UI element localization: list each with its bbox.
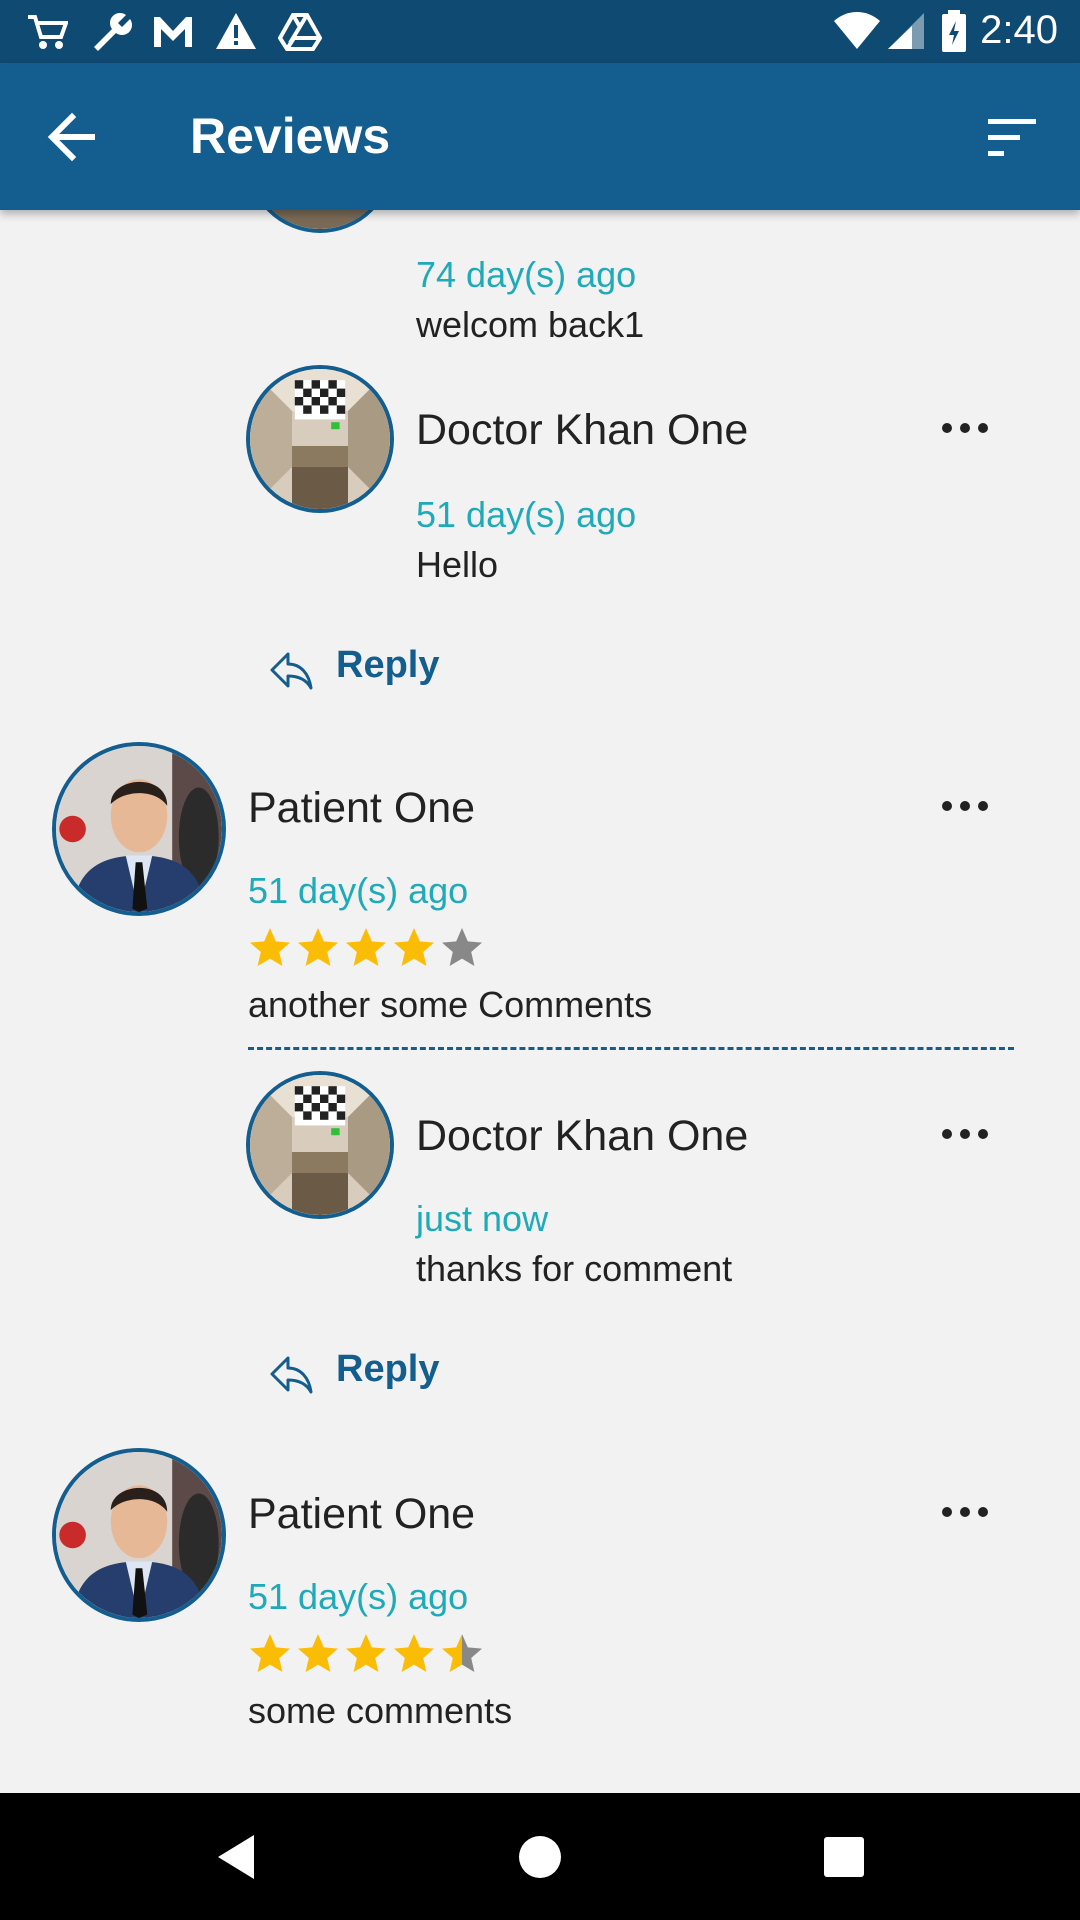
- review-comment: another some Comments: [248, 984, 653, 1025]
- reply-author-name: Doctor Khan One: [416, 1112, 749, 1160]
- star-filled-icon: [394, 928, 434, 966]
- divider: [248, 1047, 1014, 1050]
- drive-icon: [278, 13, 322, 51]
- star-filled-icon: [394, 1634, 434, 1672]
- reply-comment: Hello: [416, 544, 499, 585]
- battery-icon: [942, 10, 966, 52]
- reply-time: 74 day(s) ago: [416, 254, 637, 295]
- more-options-icon[interactable]: [942, 1124, 990, 1144]
- cart-icon: [28, 15, 68, 49]
- reply-button[interactable]: Reply: [268, 642, 468, 698]
- more-options-icon[interactable]: [942, 796, 990, 816]
- doctor-avatar[interactable]: [246, 365, 394, 513]
- reviews-list[interactable]: 74 day(s) ago welcom back1 Doctor Khan O…: [0, 210, 1080, 1793]
- review-time: 51 day(s) ago: [248, 1576, 469, 1617]
- reply-time: just now: [416, 1198, 549, 1239]
- doctor-avatar[interactable]: [246, 210, 394, 233]
- nav-recents-icon[interactable]: [816, 1829, 872, 1885]
- page-title: Reviews: [190, 108, 391, 164]
- reply-label: Reply: [336, 1348, 440, 1390]
- star-empty-icon: [442, 928, 482, 966]
- reply-comment: welcom back1: [416, 304, 645, 345]
- wifi-icon: [834, 12, 880, 49]
- star-half-icon: [442, 1634, 482, 1672]
- star-rating: [248, 1632, 488, 1676]
- gmail-icon: [154, 17, 192, 47]
- reply-button[interactable]: Reply: [268, 1346, 468, 1402]
- nav-home-icon[interactable]: [512, 1829, 568, 1885]
- star-filled-icon: [298, 1634, 338, 1672]
- reply-time: 51 day(s) ago: [416, 494, 637, 535]
- status-time: 2:40: [980, 8, 1058, 52]
- more-options-icon[interactable]: [942, 1502, 990, 1522]
- reply-icon: [270, 1356, 313, 1394]
- star-rating: [248, 926, 488, 970]
- reply-comment: thanks for comment: [416, 1248, 733, 1289]
- filter-sort-icon[interactable]: [982, 113, 1042, 163]
- status-bar: 2:40: [0, 0, 1080, 63]
- reply-icon: [270, 652, 313, 690]
- star-filled-icon: [298, 928, 338, 966]
- star-filled-icon: [250, 928, 290, 966]
- reply-label: Reply: [336, 644, 440, 686]
- patient-avatar[interactable]: [52, 742, 226, 916]
- system-nav-bar: [0, 1793, 1080, 1920]
- reviewer-name: Patient One: [248, 784, 476, 832]
- reply-author-name: Doctor Khan One: [416, 406, 749, 454]
- nav-back-icon[interactable]: [210, 1829, 266, 1885]
- doctor-avatar[interactable]: [246, 1071, 394, 1219]
- arrow-back-icon[interactable]: [40, 109, 108, 165]
- wrench-icon: [94, 13, 132, 52]
- patient-avatar[interactable]: [52, 1448, 226, 1622]
- more-options-icon[interactable]: [942, 418, 990, 438]
- review-comment: some comments: [248, 1690, 513, 1731]
- reviewer-name: Patient One: [248, 1490, 476, 1538]
- star-filled-icon: [346, 928, 386, 966]
- star-filled-icon: [346, 1634, 386, 1672]
- app-bar: Reviews: [0, 63, 1080, 210]
- star-filled-icon: [250, 1634, 290, 1672]
- review-time: 51 day(s) ago: [248, 870, 469, 911]
- signal-icon: [888, 13, 924, 49]
- warning-icon: [216, 13, 256, 49]
